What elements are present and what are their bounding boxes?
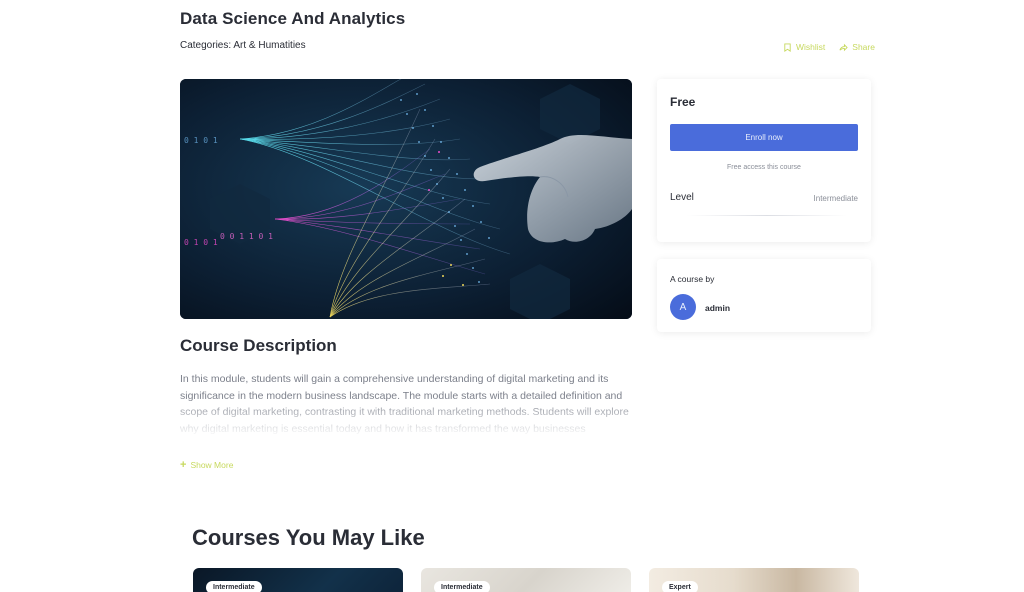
data-science-hero-image: 0 1 0 1 0 1 0 1 0 0 1 1 0 1 bbox=[180, 79, 632, 319]
level-badge: Expert bbox=[662, 581, 698, 592]
categories-label: Categories: bbox=[180, 40, 232, 51]
related-course-card[interactable]: Expert bbox=[649, 568, 859, 592]
share-label: Share bbox=[852, 42, 875, 52]
bookmark-icon bbox=[784, 42, 791, 52]
course-by-label: A course by bbox=[670, 274, 715, 284]
share-button[interactable]: Share bbox=[839, 42, 875, 52]
divider bbox=[687, 215, 847, 216]
page-title: Data Science And Analytics bbox=[180, 9, 406, 28]
free-access-note: Free access this course bbox=[727, 164, 801, 171]
wishlist-button[interactable]: Wishlist bbox=[783, 42, 825, 52]
enroll-button[interactable]: Enroll now bbox=[670, 124, 858, 151]
wishlist-label: Wishlist bbox=[796, 42, 826, 52]
related-courses-heading: Courses You May Like bbox=[192, 525, 425, 550]
course-categories: Categories: Art & Humatities bbox=[180, 40, 306, 51]
share-icon bbox=[839, 43, 849, 51]
show-more-button[interactable]: + Show More bbox=[180, 459, 234, 471]
svg-text:0 1 0 1: 0 1 0 1 bbox=[184, 136, 218, 145]
avatar[interactable]: A bbox=[670, 294, 696, 320]
show-more-label: Show More bbox=[190, 460, 234, 470]
course-price: Free bbox=[670, 95, 696, 109]
related-course-card[interactable]: Intermediate bbox=[193, 568, 403, 592]
author-card: A course by A admin bbox=[657, 259, 871, 332]
svg-text:0 1 0 1: 0 1 0 1 bbox=[184, 238, 218, 247]
level-label: Level bbox=[670, 192, 694, 203]
category-link[interactable]: Art & Humatities bbox=[233, 40, 305, 51]
svg-text:0 0 1 1 0 1: 0 0 1 1 0 1 bbox=[220, 232, 273, 241]
description-heading: Course Description bbox=[180, 336, 337, 355]
related-course-card[interactable]: Intermediate bbox=[421, 568, 631, 592]
author-name[interactable]: admin bbox=[705, 303, 730, 313]
pricing-card: Free Enroll now Free access this course … bbox=[657, 79, 871, 242]
description-fade bbox=[178, 396, 638, 442]
plus-icon: + bbox=[180, 459, 187, 471]
level-value: Intermediate bbox=[813, 194, 858, 203]
course-actions: Wishlist Share bbox=[783, 42, 875, 52]
course-hero-image: 0 1 0 1 0 1 0 1 0 0 1 1 0 1 bbox=[180, 79, 632, 319]
level-badge: Intermediate bbox=[206, 581, 262, 592]
level-badge: Intermediate bbox=[434, 581, 490, 592]
